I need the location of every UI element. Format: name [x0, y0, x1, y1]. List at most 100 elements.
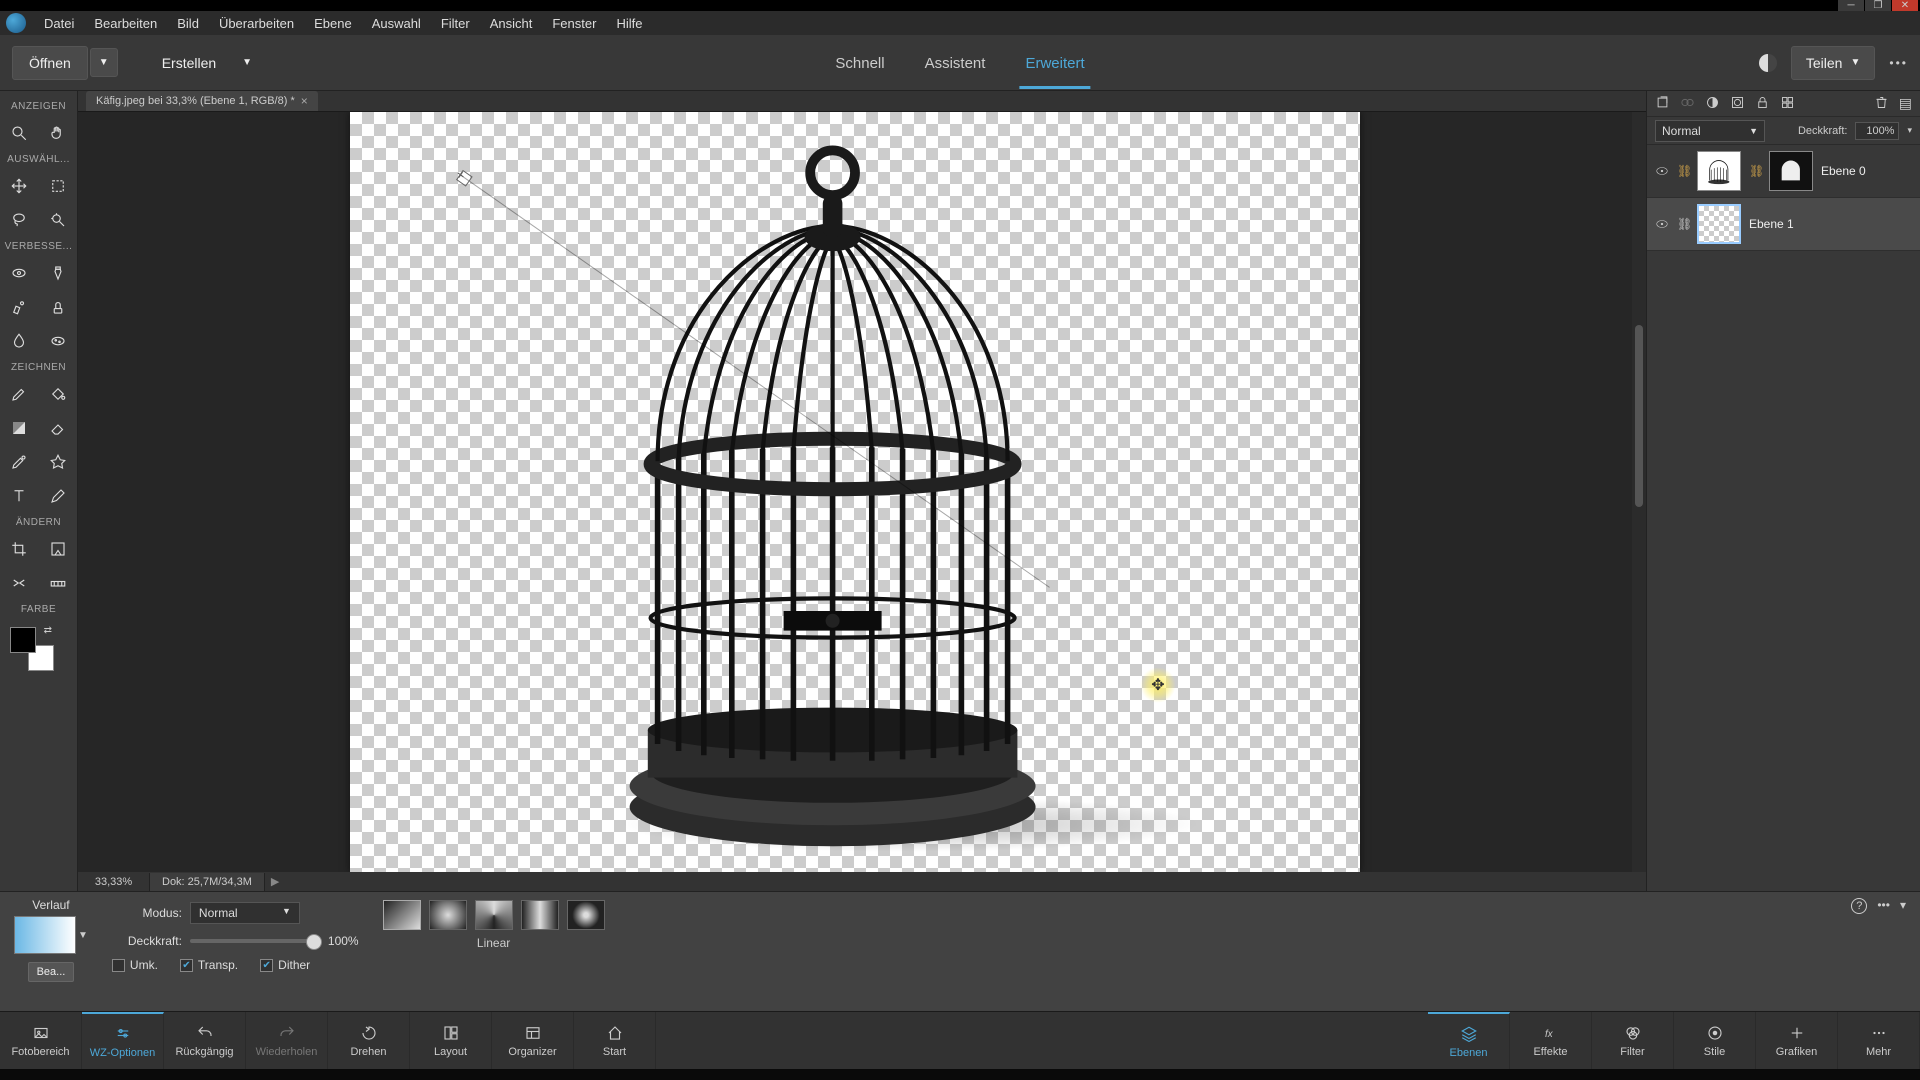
menu-filter[interactable]: Filter: [431, 12, 480, 35]
color-swatches[interactable]: ⇄: [10, 627, 54, 671]
maximize-button[interactable]: ❐: [1865, 0, 1891, 11]
document-tab[interactable]: Käfig.jpeg bei 33,3% (Ebene 1, RGB/8) * …: [86, 91, 318, 111]
canvas-viewport[interactable]: [78, 112, 1632, 872]
panel-menu-icon[interactable]: ▤: [1899, 95, 1912, 112]
content-aware-move-tool-icon[interactable]: [0, 566, 39, 600]
gradient-type-angle[interactable]: [475, 900, 513, 930]
opacity-caret-icon[interactable]: ▾: [1907, 125, 1912, 136]
mode-dropdown[interactable]: Normal▼: [190, 902, 300, 924]
share-button[interactable]: Teilen▼: [1791, 46, 1876, 80]
taskbar-undo[interactable]: Rückgängig: [164, 1012, 246, 1069]
layer-name[interactable]: Ebene 1: [1749, 217, 1794, 231]
gradient-type-diamond[interactable]: [567, 900, 605, 930]
link-icon[interactable]: ⛓: [1677, 164, 1689, 178]
text-tool-icon[interactable]: [0, 479, 39, 513]
menu-ansicht[interactable]: Ansicht: [480, 12, 543, 35]
swap-colors-icon[interactable]: ⇄: [44, 625, 52, 636]
menu-datei[interactable]: Datei: [34, 12, 84, 35]
mode-tab-guided[interactable]: Assistent: [919, 37, 992, 89]
menu-fenster[interactable]: Fenster: [542, 12, 606, 35]
gradient-preview[interactable]: [14, 916, 76, 954]
gradient-type-radial[interactable]: [429, 900, 467, 930]
gradient-type-reflected[interactable]: [521, 900, 559, 930]
close-tab-icon[interactable]: ×: [301, 94, 308, 108]
adjustment-layer-icon[interactable]: [1705, 95, 1720, 113]
visibility-icon[interactable]: [1655, 164, 1669, 178]
zoom-level[interactable]: 33,33%: [78, 873, 150, 891]
close-button[interactable]: ✕: [1892, 0, 1918, 11]
vertical-scrollbar[interactable]: [1632, 112, 1646, 872]
straighten-tool-icon[interactable]: [39, 566, 78, 600]
blend-mode-dropdown[interactable]: Normal▼: [1655, 120, 1765, 142]
paint-bucket-tool-icon[interactable]: [39, 377, 78, 411]
open-dropdown[interactable]: ▼: [90, 48, 118, 77]
mask-thumbnail[interactable]: [1769, 151, 1813, 191]
brush-tool-icon[interactable]: [0, 377, 39, 411]
taskbar-styles[interactable]: Stile: [1674, 1012, 1756, 1069]
delete-layer-icon[interactable]: [1874, 95, 1889, 113]
taskbar-redo[interactable]: Wiederholen: [246, 1012, 328, 1069]
layer-fx-icon[interactable]: [1780, 95, 1795, 113]
layer-thumbnail[interactable]: [1697, 151, 1741, 191]
opacity-input[interactable]: 100%: [1855, 122, 1899, 140]
foreground-color-swatch[interactable]: [10, 627, 36, 653]
marquee-tool-icon[interactable]: [39, 169, 78, 203]
transparency-checkbox[interactable]: ✔Transp.: [180, 958, 238, 972]
menu-ebene[interactable]: Ebene: [304, 12, 362, 35]
layer-thumbnail[interactable]: [1697, 204, 1741, 244]
layer-mask-icon[interactable]: [1730, 95, 1745, 113]
canvas[interactable]: [350, 112, 1360, 872]
visibility-icon[interactable]: [1655, 217, 1669, 231]
link-icon[interactable]: ⛓: [1677, 217, 1689, 231]
taskbar-more[interactable]: Mehr: [1838, 1012, 1920, 1069]
taskbar-rotate[interactable]: Drehen: [328, 1012, 410, 1069]
lasso-tool-icon[interactable]: [0, 203, 39, 237]
menu-bild[interactable]: Bild: [167, 12, 209, 35]
reverse-checkbox[interactable]: Umk.: [112, 958, 158, 972]
layer-name[interactable]: Ebene 0: [1821, 164, 1866, 178]
taskbar-graphics[interactable]: Grafiken: [1756, 1012, 1838, 1069]
magic-wand-tool-icon[interactable]: [39, 203, 78, 237]
link-icon[interactable]: ⛓: [1749, 164, 1761, 178]
clone-stamp-tool-icon[interactable]: [39, 290, 78, 324]
zoom-tool-icon[interactable]: [0, 116, 39, 150]
shape-tool-icon[interactable]: [39, 445, 78, 479]
overflow-icon[interactable]: •••: [1889, 56, 1908, 70]
sponge-tool-icon[interactable]: [39, 324, 78, 358]
taskbar-home[interactable]: Start: [574, 1012, 656, 1069]
mode-tab-quick[interactable]: Schnell: [829, 37, 890, 89]
panel-options-icon[interactable]: •••: [1877, 898, 1890, 914]
redeye-tool-icon[interactable]: [0, 256, 39, 290]
layer-row[interactable]: ⛓ ⛓ Ebene 0: [1647, 145, 1920, 198]
smart-brush-tool-icon[interactable]: [0, 290, 39, 324]
spot-heal-tool-icon[interactable]: [39, 256, 78, 290]
new-group-icon[interactable]: [1680, 95, 1695, 113]
gradient-type-linear[interactable]: [383, 900, 421, 930]
menu-auswahl[interactable]: Auswahl: [362, 12, 431, 35]
taskbar-filters[interactable]: Filter: [1592, 1012, 1674, 1069]
recompose-tool-icon[interactable]: [39, 532, 78, 566]
edit-gradient-button[interactable]: Bea...: [28, 962, 75, 982]
gradient-tool-icon[interactable]: [0, 411, 39, 445]
crop-tool-icon[interactable]: [0, 532, 39, 566]
collapse-panel-icon[interactable]: ▾: [1900, 898, 1906, 914]
hand-tool-icon[interactable]: [39, 116, 78, 150]
create-button[interactable]: Erstellen: [146, 47, 232, 79]
mode-tab-expert[interactable]: Erweitert: [1019, 37, 1090, 89]
open-button[interactable]: Öffnen: [12, 46, 88, 80]
opacity-slider[interactable]: [190, 939, 320, 943]
minimize-button[interactable]: ─: [1838, 0, 1864, 11]
lock-layer-icon[interactable]: [1755, 95, 1770, 113]
menu-hilfe[interactable]: Hilfe: [606, 12, 652, 35]
blur-tool-icon[interactable]: [0, 324, 39, 358]
pencil-tool-icon[interactable]: [39, 479, 78, 513]
layer-row[interactable]: ⛓ Ebene 1: [1647, 198, 1920, 251]
menu-ueberarbeiten[interactable]: Überarbeiten: [209, 12, 304, 35]
move-tool-icon[interactable]: [0, 169, 39, 203]
taskbar-tool-options[interactable]: WZ-Optionen: [82, 1012, 164, 1069]
taskbar-organizer[interactable]: Organizer: [492, 1012, 574, 1069]
eyedropper-tool-icon[interactable]: [0, 445, 39, 479]
menu-bearbeiten[interactable]: Bearbeiten: [84, 12, 167, 35]
status-menu-icon[interactable]: ▶: [265, 872, 285, 891]
new-layer-icon[interactable]: [1655, 95, 1670, 113]
